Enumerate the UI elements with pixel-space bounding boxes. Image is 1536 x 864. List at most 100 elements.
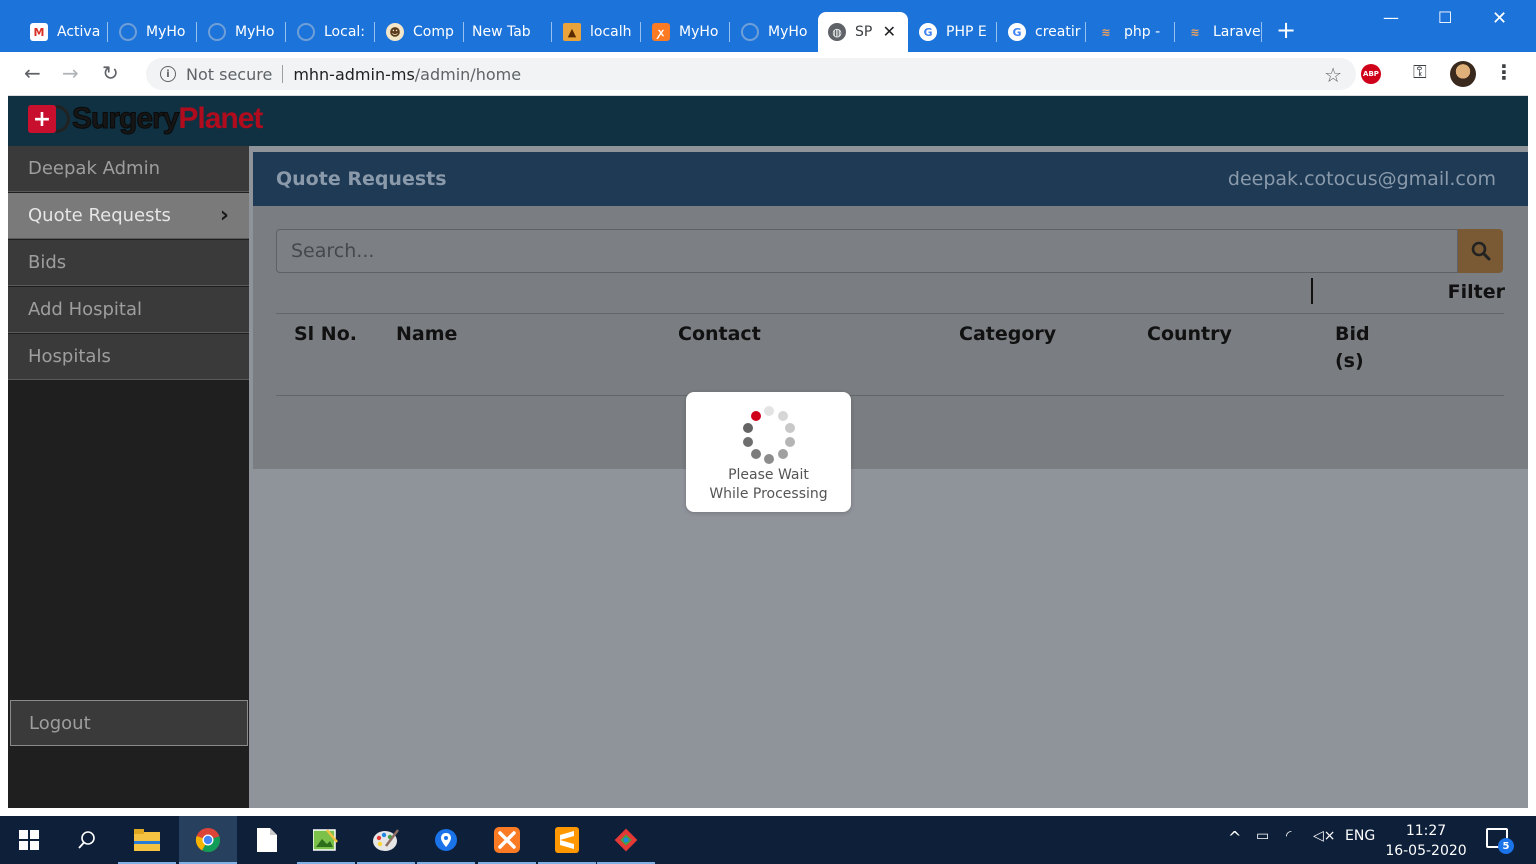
file-explorer-button[interactable] bbox=[118, 816, 176, 864]
tab-title: PHP E bbox=[946, 24, 987, 40]
back-icon[interactable]: ← bbox=[24, 62, 41, 84]
start-button[interactable] bbox=[0, 816, 58, 864]
git-taskbar-button[interactable] bbox=[597, 816, 655, 864]
tab-title: Activa bbox=[57, 24, 101, 40]
info-icon[interactable]: i bbox=[160, 66, 176, 82]
tab-title: localh bbox=[590, 24, 632, 40]
table-header-divider bbox=[276, 313, 1504, 314]
tab-title: creatir bbox=[1035, 24, 1081, 40]
system-clock[interactable]: 11:27 16-05-2020 bbox=[1384, 821, 1468, 861]
chrome-icon bbox=[195, 828, 220, 852]
loader-text-line2: While Processing bbox=[709, 486, 828, 502]
tab-laravel-so[interactable]: ≋ Larave bbox=[1176, 12, 1262, 52]
close-window-icon[interactable]: ✕ bbox=[1492, 8, 1507, 29]
bookmark-star-icon[interactable]: ☆ bbox=[1324, 63, 1342, 87]
location-pin-icon bbox=[435, 829, 457, 851]
sidebar-item-add-hospital[interactable]: Add Hospital bbox=[8, 287, 249, 333]
search-icon bbox=[1471, 241, 1490, 261]
loading-dialog: Please Wait While Processing bbox=[686, 392, 851, 512]
reload-icon[interactable]: ↻ bbox=[102, 62, 119, 84]
minimize-icon[interactable]: — bbox=[1383, 8, 1399, 27]
volume-muted-icon[interactable]: ◁× bbox=[1313, 828, 1336, 844]
folder-icon bbox=[134, 829, 160, 851]
wifi-icon[interactable]: ◜ bbox=[1286, 828, 1291, 844]
profile-avatar[interactable] bbox=[1450, 61, 1476, 87]
chrome-taskbar-button[interactable] bbox=[179, 816, 237, 864]
globe-icon bbox=[741, 23, 759, 41]
tab-php[interactable]: G PHP E bbox=[909, 12, 997, 52]
tab-myho-1[interactable]: MyHo bbox=[109, 12, 197, 52]
sidebar-item-quote-requests[interactable]: Quote Requests › bbox=[8, 193, 249, 239]
filter-label[interactable]: Filter bbox=[1448, 281, 1505, 303]
tab-composer[interactable]: ☻ Comp bbox=[376, 12, 464, 52]
tab-title: New Tab bbox=[472, 24, 531, 40]
sublime-taskbar-button[interactable] bbox=[538, 816, 596, 864]
stackoverflow-icon: ≋ bbox=[1190, 25, 1200, 39]
browser-menu-icon[interactable]: ⋮ bbox=[1494, 60, 1514, 84]
tab-new-tab[interactable]: New Tab bbox=[462, 12, 552, 52]
tab-myho-2[interactable]: MyHo bbox=[198, 12, 286, 52]
tab-php-so[interactable]: ≋ php - bbox=[1087, 12, 1175, 52]
action-center-icon[interactable]: 5 bbox=[1486, 828, 1514, 854]
battery-icon[interactable]: ▭ bbox=[1256, 828, 1269, 844]
search-input[interactable]: Search... bbox=[276, 229, 1458, 273]
maps-taskbar-button[interactable] bbox=[417, 816, 475, 864]
language-indicator[interactable]: ENG bbox=[1345, 828, 1375, 844]
tab-myho-4[interactable]: MyHo bbox=[731, 12, 819, 52]
logout-button[interactable]: Logout bbox=[10, 700, 248, 746]
sidebar-item-hospitals[interactable]: Hospitals bbox=[8, 334, 249, 380]
close-tab-icon[interactable]: ✕ bbox=[883, 22, 896, 41]
show-hidden-icons-chevron-icon[interactable]: ^ bbox=[1228, 828, 1241, 847]
globe-icon bbox=[208, 23, 226, 41]
tab-creating[interactable]: G creatir bbox=[998, 12, 1086, 52]
address-bar[interactable]: i Not secure mhn-admin-ms /admin/home ☆ bbox=[146, 58, 1356, 90]
column-header-country: Country bbox=[1147, 323, 1232, 345]
google-icon: G bbox=[1008, 23, 1026, 41]
table-bottom-divider bbox=[276, 395, 1504, 396]
quote-requests-panel: Quote Requests deepak.cotocus@gmail.com … bbox=[253, 152, 1528, 469]
xampp-taskbar-button[interactable] bbox=[478, 816, 536, 864]
image-editor-taskbar-button[interactable] bbox=[297, 816, 355, 864]
xampp-icon: ▲ bbox=[563, 23, 581, 41]
composer-icon: ☻ bbox=[386, 23, 404, 41]
url-path: /admin/home bbox=[414, 64, 522, 84]
password-key-icon[interactable]: ⚿ bbox=[1413, 62, 1427, 83]
column-header-bids-line2: (s) bbox=[1335, 350, 1364, 372]
sidebar-item-label: Bids bbox=[28, 252, 67, 273]
new-tab-plus-icon[interactable]: + bbox=[1276, 18, 1296, 42]
tab-local[interactable]: Local: bbox=[287, 12, 375, 52]
windows-taskbar: ^ ▭ ◜ ◁× ENG 11:27 16-05-2020 5 bbox=[0, 816, 1536, 864]
search-taskbar-button[interactable] bbox=[58, 816, 116, 864]
tab-myho-3[interactable]: ꭗ MyHo bbox=[642, 12, 730, 52]
globe-icon bbox=[297, 23, 315, 41]
tab-title: Larave bbox=[1213, 24, 1261, 40]
tab-title: MyHo bbox=[768, 24, 808, 40]
sidebar-item-admin[interactable]: Deepak Admin bbox=[8, 146, 249, 192]
adblock-plus-icon[interactable]: ABP bbox=[1361, 64, 1381, 84]
tab-sp-active[interactable]: ◍ SP ✕ bbox=[818, 12, 908, 52]
sidebar-item-label: Deepak Admin bbox=[28, 158, 160, 179]
column-header-bids: Bid (s) bbox=[1335, 321, 1370, 375]
chevron-right-icon: › bbox=[219, 203, 229, 228]
tab-localhost[interactable]: ▲ localh bbox=[553, 12, 641, 52]
tab-title: php - bbox=[1124, 24, 1161, 40]
stethoscope-icon bbox=[56, 105, 70, 133]
google-icon: G bbox=[919, 23, 937, 41]
column-header-name: Name bbox=[396, 323, 458, 345]
forward-icon[interactable]: → bbox=[62, 62, 79, 84]
sublime-text-icon bbox=[555, 827, 579, 853]
search-button[interactable] bbox=[1458, 229, 1503, 273]
tab-gmail[interactable]: M Activa bbox=[20, 12, 108, 52]
git-icon bbox=[614, 828, 638, 852]
sidebar: Deepak Admin Quote Requests › Bids Add H… bbox=[8, 146, 249, 808]
sidebar-item-label: Quote Requests bbox=[28, 205, 171, 226]
maximize-icon[interactable]: ☐ bbox=[1438, 8, 1452, 27]
sidebar-item-bids[interactable]: Bids bbox=[8, 240, 249, 286]
logo-word-surgery: Surgery bbox=[71, 102, 179, 136]
surgery-planet-logo[interactable]: + Surgery Planet bbox=[28, 102, 263, 136]
user-email: deepak.cotocus@gmail.com bbox=[1227, 168, 1496, 190]
column-header-sl-no: Sl No. bbox=[294, 323, 357, 345]
column-header-contact: Contact bbox=[678, 323, 761, 345]
paint-taskbar-button[interactable] bbox=[357, 816, 415, 864]
notepad-taskbar-button[interactable] bbox=[238, 816, 296, 864]
